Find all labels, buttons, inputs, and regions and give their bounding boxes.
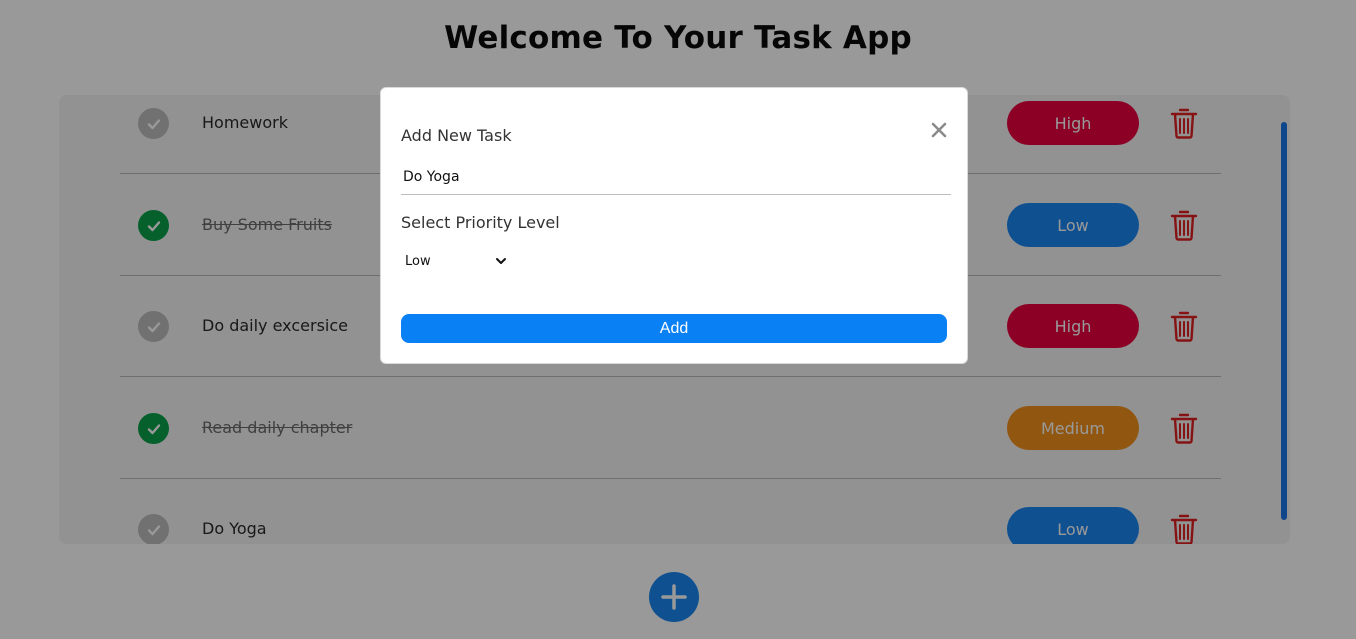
priority-select[interactable]: Low (401, 248, 511, 274)
task-name-input[interactable] (401, 160, 951, 195)
add-button[interactable]: Add (401, 314, 947, 343)
modal-title: Add New Task (401, 126, 512, 145)
priority-label: Select Priority Level (401, 213, 560, 232)
close-icon[interactable] (930, 121, 948, 139)
priority-select-value: Low (405, 253, 431, 269)
add-task-modal: Add New Task Select Priority Level Low A… (380, 87, 968, 364)
chevron-down-icon (496, 258, 506, 264)
